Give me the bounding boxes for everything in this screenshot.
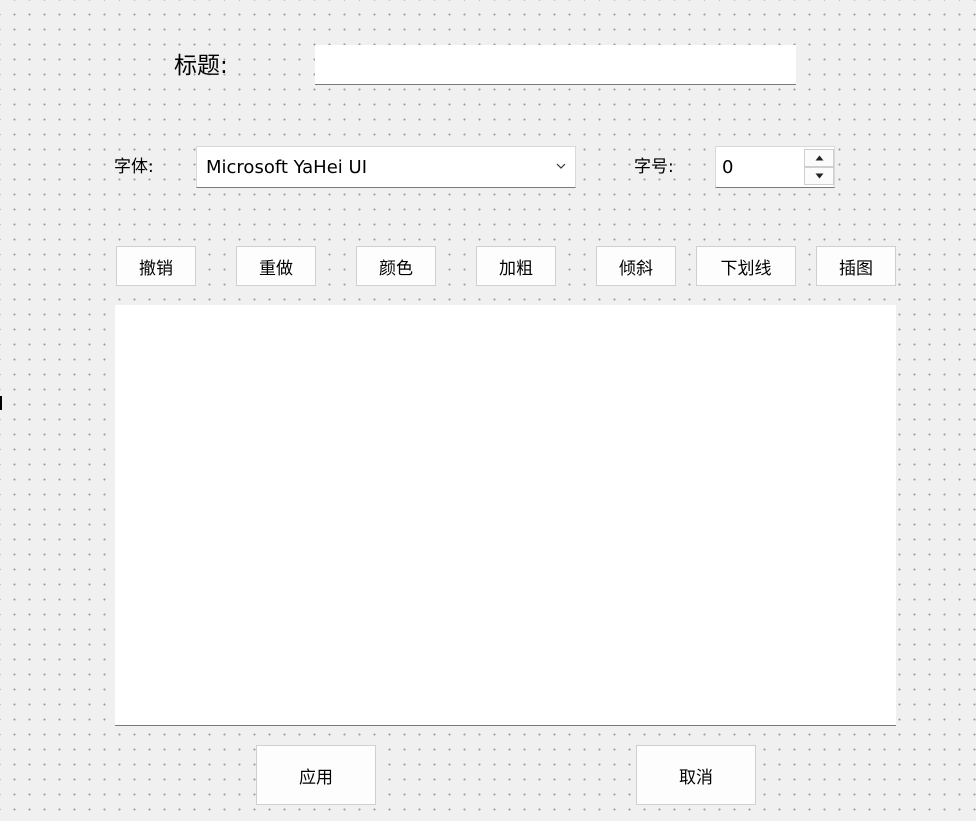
font-label: 字体: (114, 157, 154, 177)
text-editor[interactable] (115, 305, 896, 726)
font-size-label: 字号: (634, 157, 674, 177)
bold-button[interactable]: 加粗 (476, 246, 556, 286)
arrow-down-icon (815, 173, 824, 179)
italic-button[interactable]: 倾斜 (596, 246, 676, 286)
color-button[interactable]: 颜色 (356, 246, 436, 286)
apply-button[interactable]: 应用 (256, 745, 376, 805)
cancel-button[interactable]: 取消 (636, 745, 756, 805)
undo-button[interactable]: 撤销 (116, 246, 196, 286)
font-combobox[interactable]: Microsoft YaHei UI (196, 146, 576, 188)
font-size-value: 0 (722, 157, 734, 178)
chevron-down-icon (556, 163, 566, 169)
underline-button[interactable]: 下划线 (696, 246, 796, 286)
title-input[interactable] (315, 45, 796, 85)
spin-down-button[interactable] (804, 167, 834, 185)
spin-up-button[interactable] (804, 149, 834, 167)
insert-image-button[interactable]: 插图 (816, 246, 896, 286)
font-size-spinbox[interactable]: 0 (715, 146, 835, 188)
title-label: 标题: (174, 53, 228, 79)
arrow-up-icon (815, 155, 824, 161)
redo-button[interactable]: 重做 (236, 246, 316, 286)
window-edge-marker (0, 396, 2, 410)
font-combobox-value: Microsoft YaHei UI (206, 157, 367, 178)
